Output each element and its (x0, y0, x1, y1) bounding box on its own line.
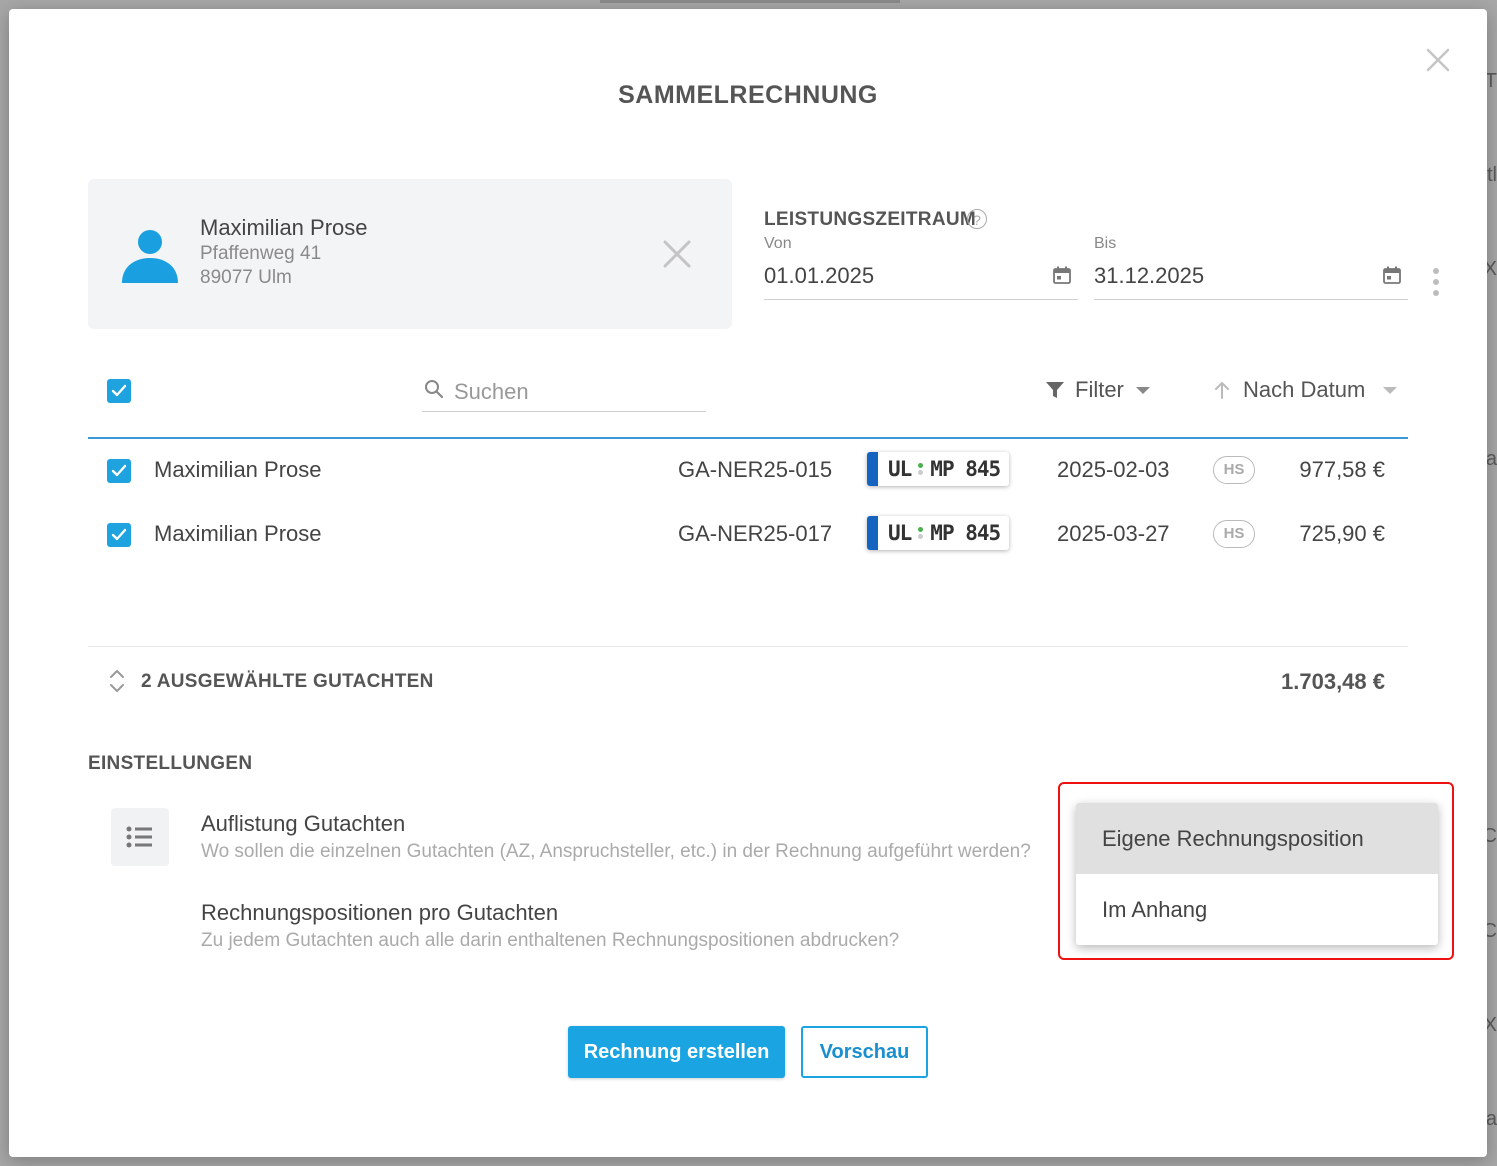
setting-positions-title: Rechnungspositionen pro Gutachten (201, 900, 559, 925)
date-from-value[interactable]: 01.01.2025 (764, 263, 874, 289)
client-city: 89077 Ulm (200, 267, 292, 288)
background-text: a (1485, 448, 1497, 470)
row-reference: GA-NER25-015 (678, 457, 833, 482)
setting-positions-description: Zu jedem Gutachten auch alle darin entha… (201, 930, 900, 951)
list-settings-icon-box (111, 808, 169, 866)
setting-listing-description: Wo sollen die einzelnen Gutachten (AZ, A… (201, 841, 1031, 862)
close-icon (663, 240, 691, 268)
row-reference: GA-NER25-017 (678, 521, 833, 546)
background-text: a (1485, 1108, 1497, 1130)
row-checkbox[interactable] (107, 459, 131, 483)
plate-seal-icon (918, 462, 924, 476)
summary-total: 1.703,48 € (1281, 669, 1385, 694)
plate-number: MP 845 (930, 521, 1001, 545)
search-icon (425, 380, 444, 399)
list-icon (126, 826, 152, 848)
calendar-icon[interactable] (1052, 265, 1072, 285)
status-badge: HS (1213, 456, 1255, 484)
select-all-checkbox[interactable] (107, 379, 131, 403)
help-icon[interactable]: ? (967, 209, 987, 229)
client-street: Pfaffenweg 41 (200, 243, 322, 264)
checkmark-icon (111, 464, 127, 477)
sort-button[interactable]: Nach Datum (1213, 377, 1398, 403)
status-badge: HS (1213, 520, 1255, 548)
table-row[interactable]: Maximilian Prose GA-NER25-015 UL MP 845 … (88, 439, 1408, 503)
summary-divider (88, 646, 1408, 647)
row-client-name: Maximilian Prose (154, 521, 322, 546)
date-to-label: Bis (1094, 235, 1117, 252)
eu-band (867, 452, 878, 486)
eu-band (867, 516, 878, 550)
listing-dropdown-menu[interactable]: Eigene Rechnungsposition Im Anhang (1076, 803, 1438, 945)
row-checkbox[interactable] (107, 523, 131, 547)
close-icon (1426, 48, 1450, 72)
row-date: 2025-02-03 (1057, 457, 1170, 482)
sort-label: Nach Datum (1243, 377, 1366, 402)
filter-button[interactable]: Filter (1045, 377, 1150, 403)
dialog-title: SAMMELRECHNUNG (618, 81, 878, 109)
create-invoice-button[interactable]: Rechnung erstellen (568, 1026, 785, 1078)
plate-seal-icon (918, 526, 924, 540)
date-from-label: Von (764, 235, 792, 252)
row-date: 2025-03-27 (1057, 521, 1170, 546)
date-to-value[interactable]: 31.12.2025 (1094, 263, 1204, 289)
table-row[interactable]: Maximilian Prose GA-NER25-017 UL MP 845 … (88, 503, 1408, 567)
settings-title: EINSTELLUNGEN (88, 753, 253, 774)
plate-district: UL (888, 457, 912, 481)
setting-listing-title: Auflistung Gutachten (201, 811, 406, 836)
license-plate: UL MP 845 (867, 516, 1009, 550)
remove-client-button[interactable] (662, 239, 692, 269)
search-input[interactable] (452, 375, 696, 409)
chevron-down-icon (1383, 386, 1398, 394)
plate-district: UL (888, 521, 912, 545)
background-text: tl (1487, 164, 1497, 186)
chevron-down-icon (1135, 386, 1150, 394)
person-icon (122, 230, 178, 283)
date-to-field[interactable]: Bis 31.12.2025 (1094, 235, 1408, 300)
sammelrechnung-dialog: SAMMELRECHNUNG Maximilian Prose Pfaffenw… (9, 9, 1487, 1157)
row-amount: 725,90 € (1299, 521, 1385, 546)
expand-collapse-icon[interactable] (108, 667, 126, 695)
dropdown-option-appendix[interactable]: Im Anhang (1076, 874, 1438, 945)
client-name: Maximilian Prose (200, 215, 368, 240)
license-plate: UL MP 845 (867, 452, 1009, 486)
more-options-icon[interactable] (1431, 267, 1441, 297)
row-amount: 977,58 € (1299, 457, 1385, 482)
period-label: LEISTUNGSZEITRAUM (764, 209, 976, 230)
row-client-name: Maximilian Prose (154, 457, 322, 482)
filter-icon (1046, 382, 1064, 398)
close-dialog-button[interactable] (1425, 47, 1451, 73)
checkmark-icon (111, 528, 127, 541)
plate-number: MP 845 (930, 457, 1001, 481)
date-from-field[interactable]: Von 01.01.2025 (764, 235, 1078, 300)
client-card: Maximilian Prose Pfaffenweg 41 89077 Ulm (88, 179, 732, 329)
selected-count-label[interactable]: 2 AUSGEWÄHLTE GUTACHTEN (141, 671, 434, 693)
checkmark-icon (111, 384, 127, 397)
background-tab-strip (600, 0, 900, 3)
preview-button[interactable]: Vorschau (801, 1026, 928, 1078)
dropdown-option-own-position[interactable]: Eigene Rechnungsposition (1076, 803, 1438, 874)
search-field[interactable] (422, 371, 706, 412)
arrow-up-icon (1215, 382, 1229, 399)
calendar-icon[interactable] (1382, 265, 1402, 285)
filter-label: Filter (1075, 377, 1124, 402)
checkbox[interactable] (107, 379, 131, 403)
